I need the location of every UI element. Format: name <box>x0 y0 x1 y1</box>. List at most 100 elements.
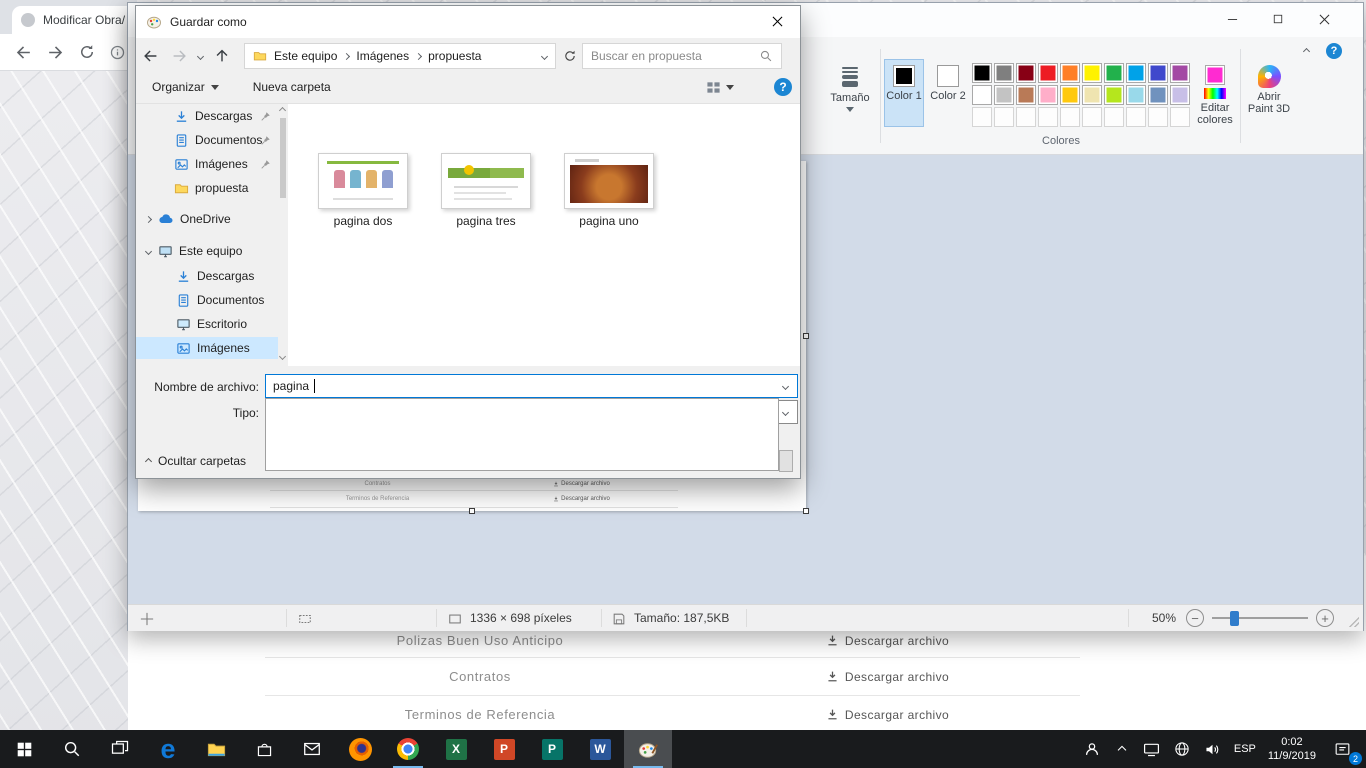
breadcrumb-segment[interactable]: Imágenes <box>356 49 409 63</box>
color2-button[interactable]: Color 2 <box>928 59 968 127</box>
filename-dropdown-icon[interactable] <box>782 383 789 390</box>
palette-swatch[interactable] <box>972 85 992 105</box>
palette-swatch[interactable] <box>1060 63 1080 83</box>
taskbar-file-explorer[interactable] <box>192 730 240 768</box>
taskbar-firefox[interactable] <box>336 730 384 768</box>
palette-swatch[interactable] <box>1016 85 1036 105</box>
collapse-ribbon-icon[interactable] <box>1303 48 1310 55</box>
sidebar-item-propuesta[interactable]: propuesta <box>136 177 278 199</box>
palette-empty-slot[interactable] <box>1060 107 1080 127</box>
cancel-button-partial[interactable] <box>779 450 793 472</box>
breadcrumb-segment[interactable]: Este equipo <box>274 49 337 63</box>
canvas-resize-handle-corner[interactable] <box>803 508 809 514</box>
canvas-resize-handle-bottom[interactable] <box>469 508 475 514</box>
palette-swatch[interactable] <box>972 63 992 83</box>
sidebar-item-descargas-pc[interactable]: Descargas <box>136 265 278 287</box>
palette-empty-slot[interactable] <box>1148 107 1168 127</box>
palette-swatch[interactable] <box>1082 85 1102 105</box>
taskbar-excel[interactable]: X <box>432 730 480 768</box>
internet-access-button[interactable] <box>1167 730 1197 768</box>
taskbar-paint[interactable] <box>624 730 672 768</box>
canvas-resize-handle-right[interactable] <box>803 333 809 339</box>
taskbar-powerpoint[interactable]: P <box>480 730 528 768</box>
sidebar-item-documentos-pc[interactable]: Documentos <box>136 289 278 311</box>
palette-swatch[interactable] <box>1170 85 1190 105</box>
scrollbar-thumb[interactable] <box>280 118 286 198</box>
taskbar-publisher[interactable]: P <box>528 730 576 768</box>
nav-up-button[interactable] <box>208 47 236 65</box>
size-button[interactable]: Tamaño <box>826 59 874 127</box>
download-link[interactable]: Descargar archivo <box>695 708 1080 722</box>
palette-swatch[interactable] <box>1148 63 1168 83</box>
start-button[interactable] <box>0 730 48 768</box>
network-button[interactable] <box>1136 730 1167 768</box>
sidebar-item-onedrive[interactable]: OneDrive <box>136 208 278 230</box>
clock[interactable]: 0:02 11/9/2019 <box>1262 730 1322 768</box>
dialog-help-button[interactable]: ? <box>774 78 792 96</box>
taskbar-word[interactable]: W <box>576 730 624 768</box>
palette-swatch[interactable] <box>1104 63 1124 83</box>
palette-swatch[interactable] <box>994 63 1014 83</box>
maximize-button[interactable] <box>1255 5 1301 33</box>
file-item-pagina-dos[interactable]: pagina dos <box>318 153 408 228</box>
palette-empty-slot[interactable] <box>1038 107 1058 127</box>
language-indicator[interactable]: ESP <box>1228 730 1262 768</box>
breadcrumb-dropdown-icon[interactable] <box>541 52 548 59</box>
zoom-in-button[interactable]: + <box>1316 609 1334 627</box>
palette-swatch[interactable] <box>994 85 1014 105</box>
view-mode-button[interactable] <box>706 80 734 95</box>
palette-swatch[interactable] <box>1016 63 1036 83</box>
palette-empty-slot[interactable] <box>1170 107 1190 127</box>
nav-back-button[interactable] <box>136 47 166 65</box>
palette-empty-slot[interactable] <box>1016 107 1036 127</box>
browser-back-button[interactable] <box>14 43 33 62</box>
palette-empty-slot[interactable] <box>1104 107 1124 127</box>
search-input[interactable]: Buscar en propuesta <box>582 43 782 69</box>
color1-button[interactable]: Color 1 <box>884 59 924 127</box>
zoom-out-button[interactable]: − <box>1186 609 1204 627</box>
palette-swatch[interactable] <box>1170 63 1190 83</box>
sidebar-item-imagenes-pc[interactable]: Imágenes <box>136 337 278 359</box>
palette-empty-slot[interactable] <box>994 107 1014 127</box>
download-link[interactable]: Descargar archivo <box>695 670 1080 684</box>
download-link[interactable]: Descargar archivo <box>695 634 1080 648</box>
window-resize-grip[interactable] <box>1347 615 1359 627</box>
palette-empty-slot[interactable] <box>972 107 992 127</box>
zoom-slider-track[interactable] <box>1212 617 1308 619</box>
chrome-tab[interactable]: Modificar Obra/ <box>12 6 137 34</box>
new-folder-button[interactable]: Nueva carpeta <box>253 80 331 94</box>
zoom-slider-thumb[interactable] <box>1230 611 1239 626</box>
taskbar-edge[interactable]: e <box>144 730 192 768</box>
palette-empty-slot[interactable] <box>1082 107 1102 127</box>
sidebar-scrollbar[interactable] <box>278 104 288 366</box>
collapse-icon[interactable] <box>145 247 152 254</box>
browser-forward-button[interactable] <box>46 43 65 62</box>
task-view-button[interactable] <box>96 730 144 768</box>
taskbar-chrome[interactable] <box>384 730 432 768</box>
scroll-up-icon[interactable] <box>279 107 286 114</box>
expand-icon[interactable] <box>145 215 152 222</box>
palette-swatch[interactable] <box>1126 63 1146 83</box>
sidebar-item-descargas[interactable]: Descargas <box>136 105 278 127</box>
palette-swatch[interactable] <box>1060 85 1080 105</box>
open-paint3d-button[interactable]: Abrir Paint 3D <box>1244 59 1294 135</box>
nav-forward-button[interactable] <box>166 47 192 65</box>
palette-swatch[interactable] <box>1148 85 1168 105</box>
action-center-button[interactable]: 2 <box>1322 730 1362 768</box>
hide-folders-button[interactable]: Ocultar carpetas <box>146 450 246 472</box>
recent-locations-button[interactable] <box>192 54 208 59</box>
edit-colors-button[interactable]: Editar colores <box>1192 59 1238 135</box>
palette-empty-slot[interactable] <box>1126 107 1146 127</box>
breadcrumb-segment[interactable]: propuesta <box>428 49 481 63</box>
hidden-icons-button[interactable] <box>1108 730 1136 768</box>
people-button[interactable] <box>1076 730 1108 768</box>
palette-swatch[interactable] <box>1126 85 1146 105</box>
page-info-button[interactable] <box>109 44 126 61</box>
volume-button[interactable] <box>1197 730 1228 768</box>
sidebar-item-imagenes[interactable]: Imágenes <box>136 153 278 175</box>
sidebar-item-escritorio[interactable]: Escritorio <box>136 313 278 335</box>
file-item-pagina-tres[interactable]: pagina tres <box>441 153 531 228</box>
dialog-close-button[interactable] <box>755 6 800 37</box>
close-button[interactable] <box>1301 5 1347 33</box>
browser-reload-button[interactable] <box>78 43 96 61</box>
